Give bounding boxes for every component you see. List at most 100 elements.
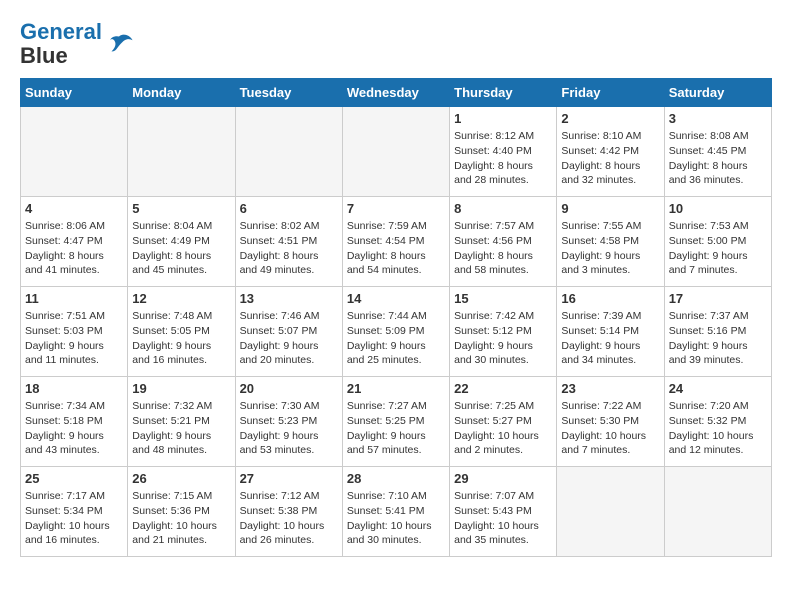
calendar-cell: 15 Sunrise: 7:42 AM Sunset: 5:12 PM Dayli… — [450, 287, 557, 377]
day-number: 23 — [561, 381, 659, 396]
calendar-cell: 13 Sunrise: 7:46 AM Sunset: 5:07 PM Dayli… — [235, 287, 342, 377]
calendar-cell: 26 Sunrise: 7:15 AM Sunset: 5:36 PM Dayli… — [128, 467, 235, 557]
cell-data: Sunrise: 7:57 AM Sunset: 4:56 PM Dayligh… — [454, 219, 552, 278]
day-header-friday: Friday — [557, 79, 664, 107]
logo-bird-icon — [104, 29, 134, 59]
cell-data: Sunrise: 7:20 AM Sunset: 5:32 PM Dayligh… — [669, 399, 767, 458]
cell-data: Sunrise: 7:25 AM Sunset: 5:27 PM Dayligh… — [454, 399, 552, 458]
cell-data: Sunrise: 7:44 AM Sunset: 5:09 PM Dayligh… — [347, 309, 445, 368]
cell-data: Sunrise: 8:12 AM Sunset: 4:40 PM Dayligh… — [454, 129, 552, 188]
day-number: 17 — [669, 291, 767, 306]
calendar-cell: 25 Sunrise: 7:17 AM Sunset: 5:34 PM Dayli… — [21, 467, 128, 557]
day-number: 14 — [347, 291, 445, 306]
calendar-cell — [21, 107, 128, 197]
cell-data: Sunrise: 7:37 AM Sunset: 5:16 PM Dayligh… — [669, 309, 767, 368]
calendar-cell — [664, 467, 771, 557]
calendar-cell — [342, 107, 449, 197]
day-number: 21 — [347, 381, 445, 396]
day-number: 9 — [561, 201, 659, 216]
day-number: 28 — [347, 471, 445, 486]
cell-data: Sunrise: 7:55 AM Sunset: 4:58 PM Dayligh… — [561, 219, 659, 278]
day-number: 5 — [132, 201, 230, 216]
calendar-cell: 20 Sunrise: 7:30 AM Sunset: 5:23 PM Dayli… — [235, 377, 342, 467]
calendar-cell: 12 Sunrise: 7:48 AM Sunset: 5:05 PM Dayli… — [128, 287, 235, 377]
day-header-sunday: Sunday — [21, 79, 128, 107]
cell-data: Sunrise: 7:12 AM Sunset: 5:38 PM Dayligh… — [240, 489, 338, 548]
day-number: 11 — [25, 291, 123, 306]
day-number: 20 — [240, 381, 338, 396]
day-number: 18 — [25, 381, 123, 396]
calendar-cell: 29Sunrise: 7:07 AM Sunset: 5:43 PM Dayli… — [450, 467, 557, 557]
day-number: 19 — [132, 381, 230, 396]
day-header-thursday: Thursday — [450, 79, 557, 107]
calendar-cell — [557, 467, 664, 557]
cell-data: Sunrise: 8:08 AM Sunset: 4:45 PM Dayligh… — [669, 129, 767, 188]
calendar-cell: 28 Sunrise: 7:10 AM Sunset: 5:41 PM Dayli… — [342, 467, 449, 557]
cell-data: Sunrise: 7:27 AM Sunset: 5:25 PM Dayligh… — [347, 399, 445, 458]
day-number: 24 — [669, 381, 767, 396]
cell-data: Sunrise: 7:34 AM Sunset: 5:18 PM Dayligh… — [25, 399, 123, 458]
calendar-cell: 7Sunrise: 7:59 AM Sunset: 4:54 PM Daylig… — [342, 197, 449, 287]
calendar-week-3: 11 Sunrise: 7:51 AM Sunset: 5:03 PM Dayli… — [21, 287, 772, 377]
logo: GeneralBlue — [20, 20, 134, 68]
calendar-cell: 3 Sunrise: 8:08 AM Sunset: 4:45 PM Daylig… — [664, 107, 771, 197]
calendar-cell — [128, 107, 235, 197]
calendar-cell: 16 Sunrise: 7:39 AM Sunset: 5:14 PM Dayli… — [557, 287, 664, 377]
day-header-wednesday: Wednesday — [342, 79, 449, 107]
day-header-saturday: Saturday — [664, 79, 771, 107]
day-number: 10 — [669, 201, 767, 216]
cell-data: Sunrise: 7:48 AM Sunset: 5:05 PM Dayligh… — [132, 309, 230, 368]
cell-data: Sunrise: 7:42 AM Sunset: 5:12 PM Dayligh… — [454, 309, 552, 368]
day-number: 12 — [132, 291, 230, 306]
calendar-cell: 21 Sunrise: 7:27 AM Sunset: 5:25 PM Dayli… — [342, 377, 449, 467]
day-number: 2 — [561, 111, 659, 126]
cell-data: Sunrise: 7:07 AM Sunset: 5:43 PM Dayligh… — [454, 489, 552, 548]
cell-data: Sunrise: 7:30 AM Sunset: 5:23 PM Dayligh… — [240, 399, 338, 458]
calendar-cell: 6 Sunrise: 8:02 AM Sunset: 4:51 PM Daylig… — [235, 197, 342, 287]
day-number: 6 — [240, 201, 338, 216]
cell-data: Sunrise: 8:06 AM Sunset: 4:47 PM Dayligh… — [25, 219, 123, 278]
cell-data: Sunrise: 7:22 AM Sunset: 5:30 PM Dayligh… — [561, 399, 659, 458]
cell-data: Sunrise: 7:53 AM Sunset: 5:00 PM Dayligh… — [669, 219, 767, 278]
day-number: 16 — [561, 291, 659, 306]
calendar-cell: 17 Sunrise: 7:37 AM Sunset: 5:16 PM Dayli… — [664, 287, 771, 377]
calendar-cell: 11 Sunrise: 7:51 AM Sunset: 5:03 PM Dayli… — [21, 287, 128, 377]
calendar-week-5: 25 Sunrise: 7:17 AM Sunset: 5:34 PM Dayli… — [21, 467, 772, 557]
day-header-tuesday: Tuesday — [235, 79, 342, 107]
calendar-table: SundayMondayTuesdayWednesdayThursdayFrid… — [20, 78, 772, 557]
day-number: 22 — [454, 381, 552, 396]
calendar-cell: 19 Sunrise: 7:32 AM Sunset: 5:21 PM Dayli… — [128, 377, 235, 467]
logo-text: GeneralBlue — [20, 20, 102, 68]
cell-data: Sunrise: 7:17 AM Sunset: 5:34 PM Dayligh… — [25, 489, 123, 548]
cell-data: Sunrise: 7:15 AM Sunset: 5:36 PM Dayligh… — [132, 489, 230, 548]
cell-data: Sunrise: 7:39 AM Sunset: 5:14 PM Dayligh… — [561, 309, 659, 368]
page-header: GeneralBlue — [20, 20, 772, 68]
calendar-cell — [235, 107, 342, 197]
day-number: 26 — [132, 471, 230, 486]
day-number: 4 — [25, 201, 123, 216]
cell-data: Sunrise: 7:10 AM Sunset: 5:41 PM Dayligh… — [347, 489, 445, 548]
calendar-cell: 23 Sunrise: 7:22 AM Sunset: 5:30 PM Dayli… — [557, 377, 664, 467]
day-number: 3 — [669, 111, 767, 126]
calendar-week-4: 18 Sunrise: 7:34 AM Sunset: 5:18 PM Dayli… — [21, 377, 772, 467]
cell-data: Sunrise: 7:32 AM Sunset: 5:21 PM Dayligh… — [132, 399, 230, 458]
day-number: 15 — [454, 291, 552, 306]
day-number: 1 — [454, 111, 552, 126]
calendar-week-2: 4 Sunrise: 8:06 AM Sunset: 4:47 PM Daylig… — [21, 197, 772, 287]
day-number: 27 — [240, 471, 338, 486]
calendar-cell: 24 Sunrise: 7:20 AM Sunset: 5:32 PM Dayli… — [664, 377, 771, 467]
day-number: 13 — [240, 291, 338, 306]
day-number: 25 — [25, 471, 123, 486]
calendar-cell: 22 Sunrise: 7:25 AM Sunset: 5:27 PM Dayli… — [450, 377, 557, 467]
calendar-cell: 10 Sunrise: 7:53 AM Sunset: 5:00 PM Dayli… — [664, 197, 771, 287]
cell-data: Sunrise: 8:02 AM Sunset: 4:51 PM Dayligh… — [240, 219, 338, 278]
calendar-cell: 4 Sunrise: 8:06 AM Sunset: 4:47 PM Daylig… — [21, 197, 128, 287]
calendar-cell: 14 Sunrise: 7:44 AM Sunset: 5:09 PM Dayli… — [342, 287, 449, 377]
calendar-cell: 8 Sunrise: 7:57 AM Sunset: 4:56 PM Daylig… — [450, 197, 557, 287]
calendar-cell: 2 Sunrise: 8:10 AM Sunset: 4:42 PM Daylig… — [557, 107, 664, 197]
cell-data: Sunrise: 8:10 AM Sunset: 4:42 PM Dayligh… — [561, 129, 659, 188]
cell-data: Sunrise: 8:04 AM Sunset: 4:49 PM Dayligh… — [132, 219, 230, 278]
cell-data: Sunrise: 7:51 AM Sunset: 5:03 PM Dayligh… — [25, 309, 123, 368]
day-number: 8 — [454, 201, 552, 216]
cell-data: Sunrise: 7:46 AM Sunset: 5:07 PM Dayligh… — [240, 309, 338, 368]
